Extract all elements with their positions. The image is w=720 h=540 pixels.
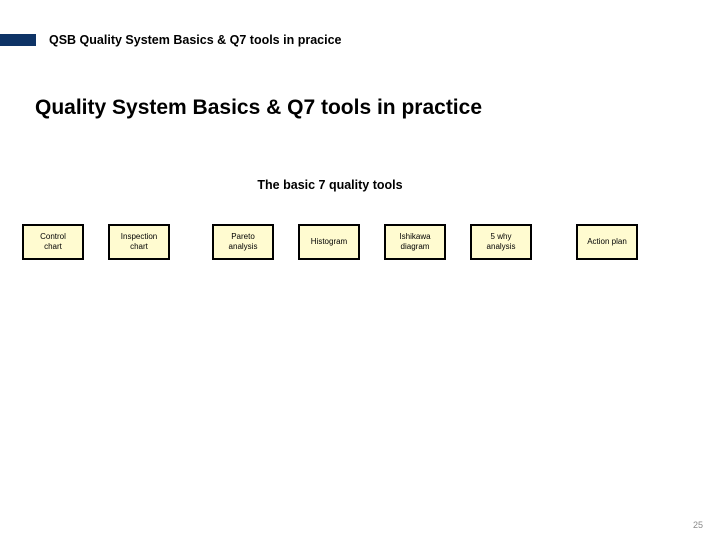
header-title: QSB Quality System Basics & Q7 tools in …	[49, 33, 342, 47]
tool-box-action-plan: Action plan	[576, 224, 638, 260]
tool-box-ishikawa-diagram: Ishikawa diagram	[384, 224, 446, 260]
tool-box-inspection-chart: Inspection chart	[108, 224, 170, 260]
tool-box-5-why-analysis: 5 why analysis	[470, 224, 532, 260]
header-accent-bar	[0, 34, 36, 46]
page-title: Quality System Basics & Q7 tools in prac…	[35, 96, 482, 119]
page-number: 25	[692, 520, 703, 530]
tool-box-histogram: Histogram	[298, 224, 360, 260]
tool-box-pareto-analysis: Pareto analysis	[212, 224, 274, 260]
tool-box-control-chart: Control chart	[22, 224, 84, 260]
section-subtitle: The basic 7 quality tools	[257, 178, 403, 192]
